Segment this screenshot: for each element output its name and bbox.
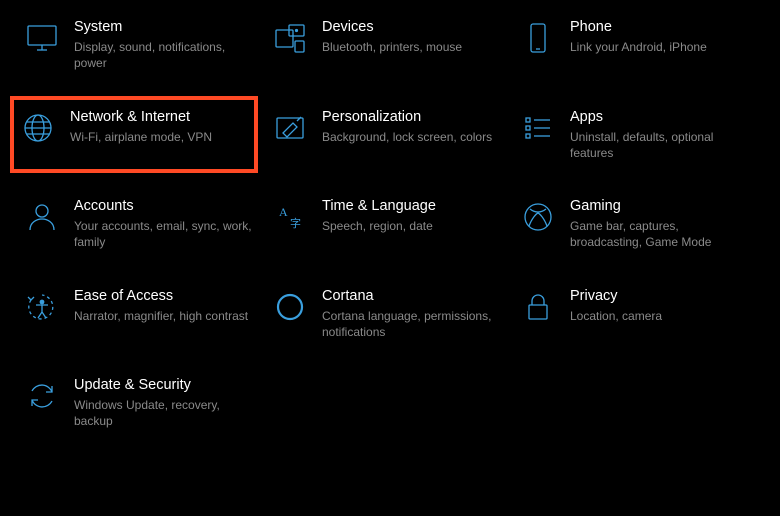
tile-text: Accounts Your accounts, email, sync, wor…: [74, 197, 260, 251]
tile-title: Gaming: [570, 197, 748, 215]
apps-list-icon: [520, 110, 556, 146]
settings-grid: System Display, sound, notifications, po…: [0, 0, 780, 444]
tile-desc: Speech, region, date: [322, 218, 500, 234]
tile-desc: Link your Android, iPhone: [570, 39, 748, 55]
tile-desc: Cortana language, permissions, notificat…: [322, 308, 500, 340]
paintbrush-icon: [272, 110, 308, 146]
tile-text: Phone Link your Android, iPhone: [570, 18, 756, 55]
tile-title: Network & Internet: [70, 108, 240, 126]
tile-devices[interactable]: Devices Bluetooth, printers, mouse: [266, 14, 514, 76]
tile-ease-of-access[interactable]: Ease of Access Narrator, magnifier, high…: [18, 283, 266, 345]
person-icon: [24, 199, 60, 235]
tile-desc: Game bar, captures, broadcasting, Game M…: [570, 218, 748, 250]
tile-apps[interactable]: Apps Uninstall, defaults, optional featu…: [514, 104, 762, 166]
lock-icon: [520, 289, 556, 325]
tile-desc: Display, sound, notifications, power: [74, 39, 252, 71]
tile-title: System: [74, 18, 252, 36]
tile-title: Cortana: [322, 287, 500, 305]
phone-icon: [520, 20, 556, 56]
tile-text: Update & Security Windows Update, recove…: [74, 376, 260, 430]
tile-time-language[interactable]: A字 Time & Language Speech, region, date: [266, 193, 514, 255]
tile-title: Ease of Access: [74, 287, 252, 305]
svg-text:A: A: [279, 205, 288, 219]
tile-title: Personalization: [322, 108, 500, 126]
tile-system[interactable]: System Display, sound, notifications, po…: [18, 14, 266, 76]
tile-phone[interactable]: Phone Link your Android, iPhone: [514, 14, 762, 76]
tile-title: Phone: [570, 18, 748, 36]
tile-text: System Display, sound, notifications, po…: [74, 18, 260, 72]
tile-desc: Uninstall, defaults, optional features: [570, 129, 748, 161]
tile-gaming[interactable]: Gaming Game bar, captures, broadcasting,…: [514, 193, 762, 255]
tile-title: Devices: [322, 18, 500, 36]
tile-text: Privacy Location, camera: [570, 287, 756, 324]
tile-network[interactable]: Network & Internet Wi-Fi, airplane mode,…: [14, 100, 254, 170]
globe-icon: [20, 110, 56, 146]
tile-title: Update & Security: [74, 376, 252, 394]
sync-icon: [24, 378, 60, 414]
tile-text: Personalization Background, lock screen,…: [322, 108, 508, 145]
tile-text: Network & Internet Wi-Fi, airplane mode,…: [70, 108, 248, 145]
tile-text: Cortana Cortana language, permissions, n…: [322, 287, 508, 341]
tile-title: Time & Language: [322, 197, 500, 215]
tile-text: Apps Uninstall, defaults, optional featu…: [570, 108, 756, 162]
tile-privacy[interactable]: Privacy Location, camera: [514, 283, 762, 345]
tile-desc: Wi-Fi, airplane mode, VPN: [70, 129, 240, 145]
tile-text: Ease of Access Narrator, magnifier, high…: [74, 287, 260, 324]
tile-text: Devices Bluetooth, printers, mouse: [322, 18, 508, 55]
tile-title: Accounts: [74, 197, 252, 215]
tile-title: Privacy: [570, 287, 748, 305]
devices-icon: [272, 20, 308, 56]
tile-desc: Bluetooth, printers, mouse: [322, 39, 500, 55]
tile-desc: Location, camera: [570, 308, 748, 324]
tile-desc: Your accounts, email, sync, work, family: [74, 218, 252, 250]
ease-of-access-icon: [24, 289, 60, 325]
tile-cortana[interactable]: Cortana Cortana language, permissions, n…: [266, 283, 514, 345]
tile-desc: Windows Update, recovery, backup: [74, 397, 252, 429]
tile-update-security[interactable]: Update & Security Windows Update, recove…: [18, 372, 266, 434]
system-icon: [24, 20, 60, 56]
tile-title: Apps: [570, 108, 748, 126]
cortana-icon: [272, 289, 308, 325]
svg-text:字: 字: [290, 216, 301, 230]
tile-text: Gaming Game bar, captures, broadcasting,…: [570, 197, 756, 251]
tile-personalization[interactable]: Personalization Background, lock screen,…: [266, 104, 514, 166]
time-language-icon: A字: [272, 199, 308, 235]
tile-accounts[interactable]: Accounts Your accounts, email, sync, wor…: [18, 193, 266, 255]
tile-desc: Background, lock screen, colors: [322, 129, 500, 145]
tile-desc: Narrator, magnifier, high contrast: [74, 308, 252, 324]
tile-text: Time & Language Speech, region, date: [322, 197, 508, 234]
xbox-icon: [520, 199, 556, 235]
